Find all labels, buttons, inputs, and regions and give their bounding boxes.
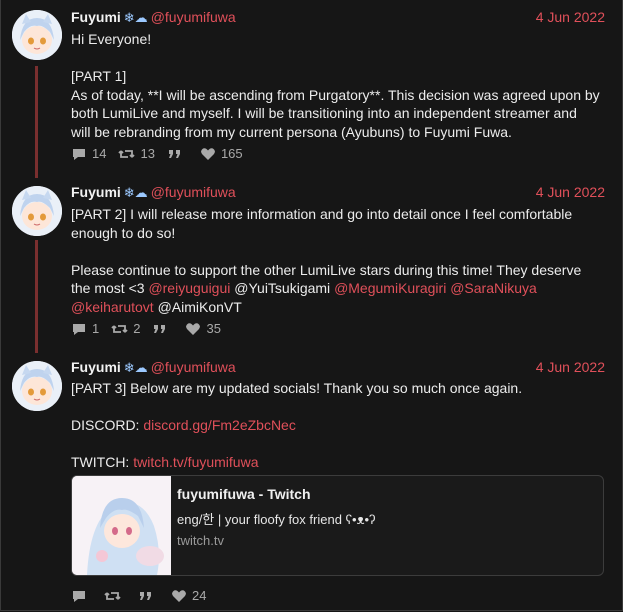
tweet[interactable]: Fuyumi ❄☁ @fuyumifuwa 4 Jun 2022 [PART 2] … xyxy=(0,178,623,353)
display-name[interactable]: Fuyumi xyxy=(71,184,121,200)
reply-button[interactable] xyxy=(71,589,92,603)
text-line: As of today, **I will be ascending from … xyxy=(71,86,600,103)
mention-link[interactable]: @keiharutovt xyxy=(71,299,154,315)
reply-button[interactable]: 14 xyxy=(71,146,106,161)
handle-link[interactable]: @fuyumifuwa xyxy=(151,184,236,200)
avatar[interactable] xyxy=(12,10,62,60)
heart-icon xyxy=(186,322,201,335)
text-line: both LumiLive and myself. I will be tran… xyxy=(71,105,577,121)
link-preview-card[interactable]: fuyumifuwa - Twitch eng/한 | your floofy … xyxy=(71,475,604,576)
card-title[interactable]: fuyumifuwa - Twitch xyxy=(177,486,311,502)
text-line: [PART 2] I will release more information… xyxy=(71,206,573,222)
retweet-icon xyxy=(104,591,121,600)
avatar[interactable] xyxy=(12,361,62,411)
reply-button[interactable]: 1 xyxy=(71,321,99,336)
heart-icon xyxy=(201,147,215,160)
name-emoji: ❄☁ xyxy=(123,10,148,25)
like-button[interactable]: 24 xyxy=(171,588,206,603)
retweet-count: 2 xyxy=(133,321,141,336)
name-emoji: ❄☁ xyxy=(123,360,148,375)
tweet-text: [PART 3] Below are my updated socials! T… xyxy=(71,379,611,472)
tweet-date[interactable]: 4 Jun 2022 xyxy=(536,9,605,25)
quote-icon xyxy=(140,591,151,600)
reply-count: 1 xyxy=(92,321,100,336)
handle-link[interactable]: @fuyumifuwa xyxy=(151,359,236,375)
handle-link[interactable]: @fuyumifuwa xyxy=(151,9,236,25)
text-line: [PART 3] Below are my updated socials! T… xyxy=(71,380,523,396)
tweet-date[interactable]: 4 Jun 2022 xyxy=(536,359,605,375)
display-name[interactable]: Fuyumi xyxy=(71,359,121,375)
quote-icon xyxy=(168,149,180,158)
retweet-icon xyxy=(118,149,136,158)
like-count: 35 xyxy=(206,321,221,336)
retweet-button[interactable] xyxy=(104,589,126,603)
text-line: the most <3 @reiyuguigui @YuiTsukigami @… xyxy=(71,279,611,298)
tweet-text: Hi Everyone! [PART 1] As of today, **I w… xyxy=(71,30,611,141)
mention-link[interactable]: @reiyuguigui xyxy=(148,280,230,296)
like-count: 165 xyxy=(220,146,243,161)
like-button[interactable]: 35 xyxy=(185,321,221,336)
mention-link[interactable]: @MegumiKuragiri xyxy=(334,280,446,296)
retweet-count: 13 xyxy=(140,146,155,161)
retweet-button[interactable]: 2 xyxy=(111,321,140,336)
avatar[interactable] xyxy=(12,186,62,236)
discord-link[interactable]: discord.gg/Fm2eZbcNec xyxy=(143,417,296,433)
retweet-icon xyxy=(111,324,128,333)
reply-count: 14 xyxy=(92,146,107,161)
display-name[interactable]: Fuyumi xyxy=(71,9,121,25)
like-button[interactable]: 165 xyxy=(200,146,243,161)
heart-icon xyxy=(172,589,186,602)
quote-button[interactable] xyxy=(167,147,188,161)
reply-icon xyxy=(73,323,85,335)
card-description: eng/한 | your floofy fox friend ʕ•ᴥ•ʔ xyxy=(177,512,376,527)
reply-icon xyxy=(73,148,85,160)
text-line: enough to do so! xyxy=(71,224,176,241)
text-line: Hi Everyone! xyxy=(71,31,152,47)
name-emoji: ❄☁ xyxy=(123,185,148,200)
twitch-link[interactable]: twitch.tv/fuyumifuwa xyxy=(133,454,258,470)
mention-text[interactable]: @YuiTsukigami xyxy=(234,280,330,296)
mention-text[interactable]: @AimiKonVT xyxy=(158,299,242,315)
text-line: will be rebranding from my current perso… xyxy=(71,123,512,140)
tweet-date[interactable]: 4 Jun 2022 xyxy=(536,184,605,200)
twitch-label: TWITCH: xyxy=(71,454,134,470)
retweet-button[interactable]: 13 xyxy=(118,146,155,161)
card-thumbnail xyxy=(72,476,171,575)
quote-icon xyxy=(154,324,166,333)
like-count: 24 xyxy=(192,588,207,603)
tweet-text: [PART 2] I will release more information… xyxy=(71,205,611,316)
reply-icon xyxy=(73,590,85,602)
discord-label: DISCORD: xyxy=(71,417,144,433)
text-line: [PART 1] xyxy=(71,68,127,84)
quote-button[interactable] xyxy=(138,589,159,603)
card-domain: twitch.tv xyxy=(177,533,224,548)
text-line: DISCORD: discord.gg/Fm2eZbcNec xyxy=(71,416,611,435)
text-line: @keiharutovt @AimiKonVT xyxy=(71,298,611,317)
text-line: TWITCH: twitch.tv/fuyumifuwa xyxy=(71,453,611,472)
tweet[interactable]: Fuyumi ❄☁ @fuyumifuwa 4 Jun 2022 Hi Everyo… xyxy=(0,0,623,178)
text-line: Please continue to support the other Lum… xyxy=(71,261,582,278)
mention-link[interactable]: @SaraNikuya xyxy=(450,280,537,296)
text-fragment: the most <3 xyxy=(71,280,149,296)
quote-button[interactable] xyxy=(152,322,173,336)
